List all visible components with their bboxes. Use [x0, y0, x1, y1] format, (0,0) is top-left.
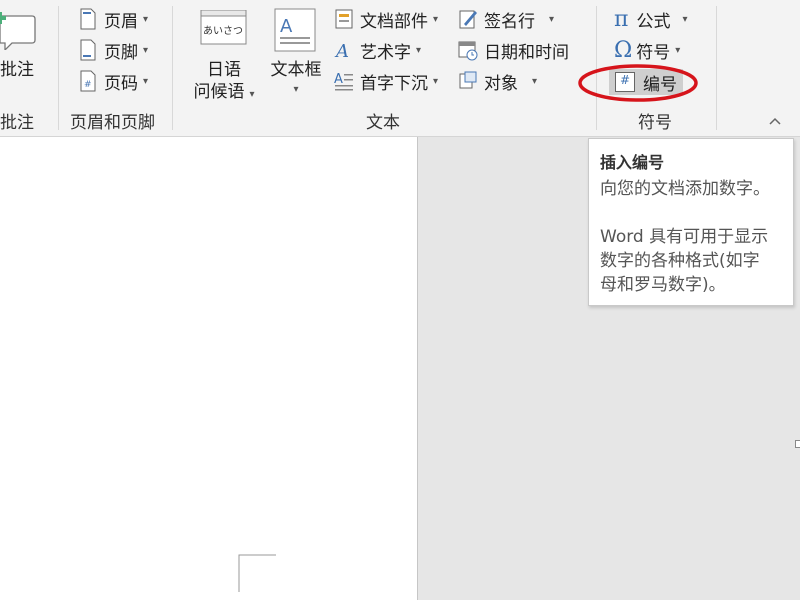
signature-line-label: 签名行: [484, 11, 535, 32]
textbox-label: 文本框: [270, 60, 322, 80]
tooltip-detail-line3: 母和罗马数字)。: [600, 275, 726, 295]
object-label: 对象: [484, 73, 518, 94]
chevron-down-icon: ▾: [143, 44, 149, 56]
page-margin-mark: [238, 554, 276, 592]
object-button[interactable]: 对象 ▾: [458, 68, 537, 94]
wordart-button[interactable]: A 艺术字 ▾: [334, 37, 421, 63]
japanese-line2: 问候语: [193, 82, 245, 102]
wordart-label: 艺术字: [360, 42, 411, 63]
separator: [58, 6, 59, 130]
header-label: 页眉: [104, 11, 138, 32]
comment-label: 批注: [0, 60, 34, 80]
chevron-down-icon: ▾: [433, 13, 439, 25]
signature-line-icon: [459, 10, 477, 29]
svg-text:A: A: [334, 41, 349, 61]
svg-text:A: A: [280, 16, 293, 37]
japanese-greeting-button[interactable]: 日语 问候语 ▾: [188, 60, 260, 105]
separator: [172, 6, 173, 130]
pi-icon: π: [614, 6, 629, 32]
footer-label: 页脚: [104, 42, 138, 63]
header-button[interactable]: 页眉 ▾: [78, 6, 148, 32]
chevron-down-icon: ▾: [293, 84, 299, 95]
quick-parts-label: 文档部件: [360, 11, 428, 32]
chevron-down-icon: ▾: [143, 75, 149, 87]
signature-line-button[interactable]: 签名行 ▾: [458, 6, 554, 32]
chevron-down-icon: ▾: [433, 75, 439, 87]
comment-button[interactable]: 批注: [0, 60, 34, 80]
date-time-button[interactable]: 日期和时间: [458, 37, 569, 63]
svg-text:#: #: [84, 80, 92, 90]
drop-cap-label: 首字下沉: [360, 73, 428, 94]
date-time-label: 日期和时间: [484, 42, 569, 63]
page-number-button[interactable]: # 页码 ▾: [78, 68, 148, 94]
comment-icon: [0, 10, 38, 52]
textbox-icon: A: [274, 8, 316, 52]
japanese-greeting-icon: あいさつ: [200, 9, 248, 50]
chevron-up-icon: [769, 117, 781, 125]
object-icon: [459, 71, 477, 89]
drop-cap-icon: A: [334, 72, 353, 91]
japanese-line1: 日语: [207, 60, 241, 80]
chevron-down-icon: ▾: [675, 44, 681, 56]
japanese-icon-text: あいさつ: [203, 26, 243, 37]
equation-button[interactable]: π 公式 ▾: [614, 6, 688, 32]
footer-icon: [80, 39, 96, 61]
chevron-down-icon: ▾: [682, 13, 688, 25]
svg-text:A: A: [334, 72, 343, 87]
group-label-header-footer: 页眉和页脚: [70, 113, 155, 133]
equation-label: 公式: [636, 11, 671, 32]
resize-handle[interactable]: [795, 440, 800, 448]
tooltip: 插入编号 向您的文档添加数字。 Word 具有可用于显示 数字的各种格式(如字 …: [588, 138, 794, 306]
footer-button[interactable]: 页脚 ▾: [78, 37, 148, 63]
document-page[interactable]: [0, 137, 418, 600]
page-number-label: 页码: [104, 73, 138, 94]
chevron-down-icon: ▾: [143, 13, 149, 25]
chevron-down-icon: ▾: [532, 75, 538, 87]
group-label-comments: 批注: [0, 113, 34, 133]
highlight-ellipse: [578, 64, 698, 102]
group-label-symbols: 符号: [638, 113, 672, 133]
tooltip-title: 插入编号: [600, 153, 665, 172]
ribbon: 批注 批注 页眉 ▾ 页脚 ▾ # 页码 ▾ 页眉和页脚 あいさつ 日语 问候语…: [0, 0, 800, 137]
drop-cap-button[interactable]: A 首字下沉 ▾: [334, 68, 438, 94]
group-label-text: 文本: [366, 113, 400, 133]
quick-parts-button[interactable]: 文档部件 ▾: [334, 6, 438, 32]
textbox-button[interactable]: 文本框 ▾: [266, 60, 326, 100]
chevron-down-icon: ▾: [249, 89, 255, 100]
tooltip-description: 向您的文档添加数字。: [600, 179, 770, 199]
tooltip-detail-line1: Word 具有可用于显示: [600, 227, 769, 247]
symbol-label: 符号: [636, 42, 671, 63]
chevron-down-icon: ▾: [549, 13, 555, 25]
calendar-icon: [458, 41, 478, 61]
separator: [716, 6, 717, 130]
wordart-icon: A: [334, 41, 349, 61]
collapse-ribbon-button[interactable]: [768, 114, 782, 130]
tooltip-detail-line2: 数字的各种格式(如字: [600, 251, 760, 271]
quick-parts-icon: [335, 9, 353, 29]
page-number-icon: #: [80, 70, 96, 92]
omega-icon: Ω: [614, 37, 633, 63]
header-icon: [80, 8, 96, 30]
chevron-down-icon: ▾: [416, 44, 422, 56]
